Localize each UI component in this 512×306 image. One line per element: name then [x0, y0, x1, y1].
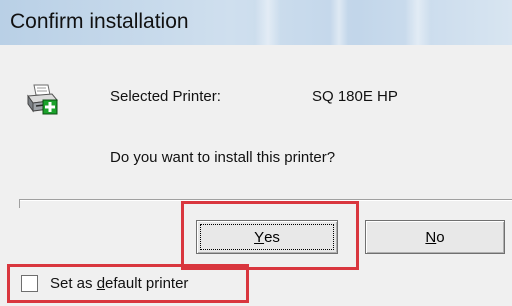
title-bar-glare	[330, 0, 348, 45]
default-printer-label-prefix: Set as	[50, 275, 97, 292]
no-button-mnemonic: N	[425, 228, 437, 246]
dialog-body	[0, 45, 512, 306]
default-printer-label[interactable]: Set as default printer	[50, 275, 188, 292]
focus-rectangle	[200, 224, 334, 250]
selected-printer-value: SQ 180E HP	[312, 88, 398, 105]
separator-line	[20, 199, 512, 201]
no-button-label: o	[436, 228, 445, 246]
default-printer-label-rest: efault printer	[105, 275, 189, 292]
yes-button[interactable]: Yes	[196, 220, 338, 254]
default-printer-label-mnemonic: d	[96, 275, 106, 292]
title-bar[interactable]: Confirm installation	[0, 0, 512, 45]
install-question-text: Do you want to install this printer?	[110, 149, 336, 166]
no-button[interactable]: No	[365, 220, 505, 254]
default-printer-checkbox[interactable]	[21, 275, 38, 292]
window-title: Confirm installation	[10, 10, 189, 33]
printer-add-icon	[27, 84, 58, 115]
separator-edge	[19, 199, 20, 208]
title-bar-glare	[405, 0, 431, 45]
title-bar-glare	[255, 0, 281, 45]
selected-printer-label: Selected Printer:	[110, 88, 221, 105]
